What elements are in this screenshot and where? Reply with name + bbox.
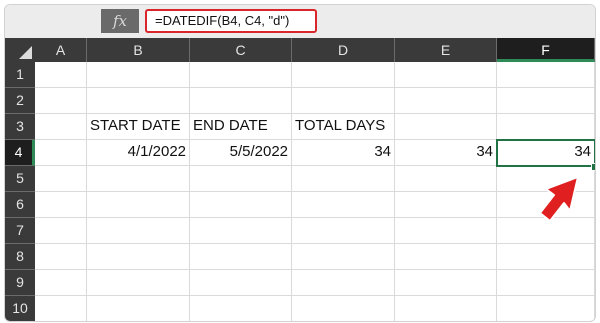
cell-c7[interactable] <box>190 218 292 244</box>
cell-e2[interactable] <box>395 88 497 114</box>
cell-c4[interactable]: 5/5/2022 <box>190 140 292 166</box>
cell-d3[interactable]: TOTAL DAYS <box>292 114 395 140</box>
cell-f9[interactable] <box>497 270 595 296</box>
cell-a8[interactable] <box>35 244 87 270</box>
column-header-c[interactable]: C <box>190 38 292 62</box>
cell-b1[interactable] <box>87 62 190 88</box>
cell-c3[interactable]: END DATE <box>190 114 292 140</box>
cell-d4[interactable]: 34 <box>292 140 395 166</box>
cell-e7[interactable] <box>395 218 497 244</box>
row-header-2[interactable]: 2 <box>5 88 35 114</box>
cell-b7[interactable] <box>87 218 190 244</box>
row-header-10[interactable]: 10 <box>5 296 35 321</box>
column-header-b[interactable]: B <box>87 38 190 62</box>
column-header-a[interactable]: A <box>35 38 87 62</box>
cell-d10[interactable] <box>292 296 395 321</box>
cell-b8[interactable] <box>87 244 190 270</box>
cell-b6[interactable] <box>87 192 190 218</box>
cell-e3[interactable] <box>395 114 497 140</box>
cell-f10[interactable] <box>497 296 595 321</box>
cell-d5[interactable] <box>292 166 395 192</box>
row-header-9[interactable]: 9 <box>5 270 35 296</box>
cell-f2[interactable] <box>497 88 595 114</box>
cell-c10[interactable] <box>190 296 292 321</box>
formula-input[interactable]: =DATEDIF(B4, C4, "d") <box>145 9 317 33</box>
cell-a2[interactable] <box>35 88 87 114</box>
cell-c8[interactable] <box>190 244 292 270</box>
cell-b9[interactable] <box>87 270 190 296</box>
cell-d7[interactable] <box>292 218 395 244</box>
cell-c9[interactable] <box>190 270 292 296</box>
cell-d2[interactable] <box>292 88 395 114</box>
cell-c6[interactable] <box>190 192 292 218</box>
cell-d6[interactable] <box>292 192 395 218</box>
cell-f3[interactable] <box>497 114 595 140</box>
red-arrow-icon <box>540 176 579 222</box>
select-all-button[interactable] <box>5 38 36 62</box>
cell-b3[interactable]: START DATE <box>87 114 190 140</box>
cell-f1[interactable] <box>497 62 595 88</box>
cell-f4[interactable]: 34 <box>497 140 595 166</box>
cell-e10[interactable] <box>395 296 497 321</box>
spreadsheet-window: fx =DATEDIF(B4, C4, "d") A B C D E F 1 2… <box>4 4 596 322</box>
cell-a1[interactable] <box>35 62 87 88</box>
cell-d9[interactable] <box>292 270 395 296</box>
cell-d8[interactable] <box>292 244 395 270</box>
cell-b5[interactable] <box>87 166 190 192</box>
cell-a10[interactable] <box>35 296 87 321</box>
formula-bar: fx =DATEDIF(B4, C4, "d") <box>5 5 595 38</box>
row-header-3[interactable]: 3 <box>5 114 35 140</box>
row-header-7[interactable]: 7 <box>5 218 35 244</box>
cell-a9[interactable] <box>35 270 87 296</box>
select-all-triangle-icon <box>19 46 32 59</box>
row-header-8[interactable]: 8 <box>5 244 35 270</box>
cell-e4[interactable]: 34 <box>395 140 497 166</box>
cell-d1[interactable] <box>292 62 395 88</box>
cell-e6[interactable] <box>395 192 497 218</box>
cell-e5[interactable] <box>395 166 497 192</box>
cell-b4[interactable]: 4/1/2022 <box>87 140 190 166</box>
row-header-5[interactable]: 5 <box>5 166 35 192</box>
cell-a6[interactable] <box>35 192 87 218</box>
row-header-6[interactable]: 6 <box>5 192 35 218</box>
cell-a7[interactable] <box>35 218 87 244</box>
row-header-4[interactable]: 4 <box>5 140 35 166</box>
cell-a3[interactable] <box>35 114 87 140</box>
cell-c1[interactable] <box>190 62 292 88</box>
row-header-1[interactable]: 1 <box>5 62 35 88</box>
column-header-f[interactable]: F <box>497 38 595 62</box>
cell-c5[interactable] <box>190 166 292 192</box>
column-header-e[interactable]: E <box>395 38 497 62</box>
cell-a5[interactable] <box>35 166 87 192</box>
fill-handle[interactable] <box>591 163 595 171</box>
cell-e1[interactable] <box>395 62 497 88</box>
cell-c2[interactable] <box>190 88 292 114</box>
cell-e8[interactable] <box>395 244 497 270</box>
cell-f8[interactable] <box>497 244 595 270</box>
cell-b10[interactable] <box>87 296 190 321</box>
cell-a4[interactable] <box>35 140 87 166</box>
cell-e9[interactable] <box>395 270 497 296</box>
insert-function-button[interactable]: fx <box>101 9 139 33</box>
cell-b2[interactable] <box>87 88 190 114</box>
column-header-d[interactable]: D <box>292 38 395 62</box>
